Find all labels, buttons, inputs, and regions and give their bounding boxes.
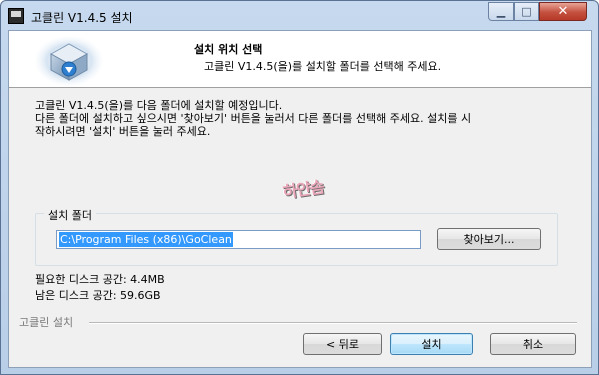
destination-folder-input[interactable]: C:\Program Files (x86)\GoClean [56, 230, 421, 249]
browse-button-label: 찾아보기... [463, 233, 515, 246]
space-available-text: 남은 디스크 공간: 59.6GB [35, 289, 161, 302]
browse-button[interactable]: 찾아보기... [437, 228, 541, 250]
intro-line: 작하시려면 '설치' 버튼을 눌러 주세요. [35, 125, 211, 138]
window-title: 고클린 V1.4.5 설치 [31, 11, 133, 25]
minimize-icon: ▁ [496, 5, 506, 18]
intro-text: 고클린 V1.4.5(을)를 다음 폴더에 설치할 예정입니다. 다른 폴더에 … [35, 99, 583, 138]
header-banner: 설치 위치 선택 고클린 V1.4.5(을)를 설치할 폴더를 선택해 주세요. [9, 31, 591, 88]
watermark-text: 하얀솜 [281, 177, 325, 202]
intro-line: 고클린 V1.4.5(을)를 다음 폴더에 설치할 예정입니다. [35, 99, 283, 112]
title-bar[interactable]: 고클린 V1.4.5 설치 ▁ □ ✕ [1, 1, 598, 31]
destination-folder-group: 설치 폴더 C:\Program Files (x86)\GoClean 찾아보… [35, 207, 558, 266]
app-icon[interactable] [8, 8, 24, 24]
cancel-button[interactable]: 취소 [490, 333, 576, 355]
close-icon: ✕ [557, 4, 569, 19]
maximize-icon: □ [521, 5, 532, 18]
back-button-label: < 뒤로 [326, 338, 359, 351]
header-title: 설치 위치 선택 [194, 43, 263, 56]
destination-folder-label: 설치 폴더 [44, 207, 96, 223]
installer-window: 고클린 V1.4.5 설치 ▁ □ ✕ 설치 위치 선택 고클린 V1.4.5(… [0, 0, 599, 375]
close-button[interactable]: ✕ [539, 2, 587, 21]
maximize-button[interactable]: □ [514, 2, 539, 21]
installer-logo-icon [35, 36, 103, 86]
dialog-content: 설치 위치 선택 고클린 V1.4.5(을)를 설치할 폴더를 선택해 주세요.… [8, 30, 592, 368]
back-button[interactable]: < 뒤로 [303, 333, 382, 355]
install-button[interactable]: 설치 [390, 333, 473, 355]
cancel-button-label: 취소 [522, 338, 544, 351]
space-required-text: 필요한 디스크 공간: 4.4MB [35, 273, 165, 286]
header-subtitle: 고클린 V1.4.5(을)를 설치할 폴더를 선택해 주세요. [204, 60, 442, 73]
footer-divider [89, 322, 577, 324]
minimize-button[interactable]: ▁ [488, 2, 514, 21]
footer-brand: 고클린 설치 [19, 316, 74, 329]
destination-folder-value: C:\Program Files (x86)\GoClean [59, 232, 233, 247]
intro-line: 다른 폴더에 설치하고 싶으시면 '찾아보기' 버튼을 눌러서 다른 폴더를 선… [35, 112, 472, 125]
install-button-label: 설치 [421, 338, 442, 351]
